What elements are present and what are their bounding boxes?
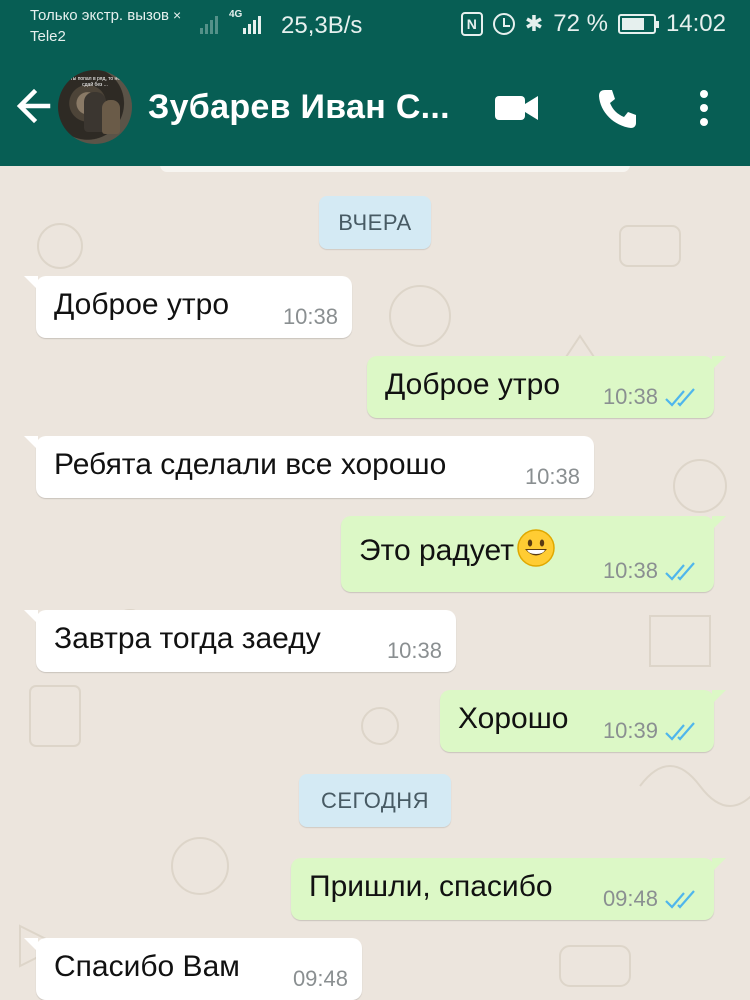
network-type: 4G: [229, 9, 243, 20]
read-receipt-icon: [665, 388, 695, 407]
chat-header: Ты попал в ряд, то не сдай без ... Зубар…: [0, 50, 750, 166]
grinning-face-emoji-icon: [517, 529, 555, 567]
back-arrow-icon[interactable]: [14, 84, 54, 128]
carrier-name: Tele2: [30, 28, 66, 45]
phone-icon[interactable]: [596, 86, 638, 130]
message-incoming[interactable]: Спасибо Вам 09:48: [24, 938, 362, 1000]
message-text-body: Это радует: [359, 534, 514, 567]
message-outgoing[interactable]: Это радует 10:38: [341, 516, 726, 592]
message-text: Спасибо Вам: [54, 950, 240, 983]
read-receipt-icon: [665, 890, 695, 909]
avatar-caption: Ты попал в ряд, то не сдай без ...: [69, 76, 121, 88]
message-time: 10:38: [524, 464, 580, 489]
message-outgoing[interactable]: Хорошо 10:39: [440, 690, 726, 752]
clock: 14:02: [665, 10, 726, 37]
message-text: Пришли, спасибо: [309, 870, 553, 903]
emergency-only-text: Только экстр. вызов: [30, 7, 170, 24]
message-outgoing[interactable]: Пришли, спасибо 09:48: [291, 858, 726, 920]
message-text: Это радует: [359, 528, 556, 568]
chat-area[interactable]: ВЧЕРА Доброе утро 10:38 Доброе утро 10:3…: [0, 166, 750, 1000]
battery-percent: 72 %: [553, 10, 608, 37]
signal-2-icon: [243, 10, 261, 34]
network-speed: 25,3B/s: [281, 12, 363, 39]
message-text: Ребята сделали все хорошо: [54, 448, 447, 481]
message-incoming[interactable]: Доброе утро 10:38: [24, 276, 352, 338]
status-left: Только экстр. вызов × Tele2: [30, 5, 181, 47]
battery-icon: [617, 14, 659, 34]
nfc-icon: N: [460, 12, 483, 36]
message-time: 10:39: [602, 718, 658, 743]
status-right: N ✱ 72 % 14:02: [460, 10, 726, 38]
contact-avatar[interactable]: Ты попал в ряд, то не сдай без ...: [58, 70, 132, 144]
no-sim-icon: ×: [173, 7, 182, 23]
date-divider-yesterday: ВЧЕРА: [319, 196, 431, 249]
message-text: Доброе утро: [385, 368, 561, 401]
message-incoming[interactable]: Ребята сделали все хорошо 10:38: [24, 436, 594, 498]
message-text: Завтра тогда заеду: [54, 622, 321, 655]
message-text: Хорошо: [458, 702, 569, 735]
message-time: 09:48: [602, 886, 658, 911]
message-time: 10:38: [282, 304, 338, 329]
video-call-icon[interactable]: [494, 86, 540, 130]
message-time: 10:38: [602, 558, 658, 583]
message-time: 09:48: [292, 966, 348, 991]
avatar-figure: [102, 100, 120, 134]
signal-1-icon: [200, 10, 218, 34]
contact-name[interactable]: Зубарев Иван С...: [148, 88, 450, 127]
message-incoming[interactable]: Завтра тогда заеду 10:38: [24, 610, 456, 672]
date-divider-today: СЕГОДНЯ: [299, 774, 451, 827]
message-time: 10:38: [602, 384, 658, 409]
more-options-icon[interactable]: [694, 86, 714, 130]
bluetooth-icon: ✱: [524, 11, 544, 36]
message-outgoing[interactable]: Доброе утро 10:38: [367, 356, 726, 418]
status-bar: Только экстр. вызов × Tele2 4G 25,3B/s N …: [0, 0, 750, 50]
battery-level: [621, 18, 644, 30]
read-receipt-icon: [665, 722, 695, 741]
message-text: Доброе утро: [54, 288, 230, 321]
alarm-icon: [492, 13, 515, 35]
read-receipt-icon: [665, 562, 695, 581]
message-time: 10:38: [386, 638, 442, 663]
previous-message-edge: [160, 166, 630, 172]
